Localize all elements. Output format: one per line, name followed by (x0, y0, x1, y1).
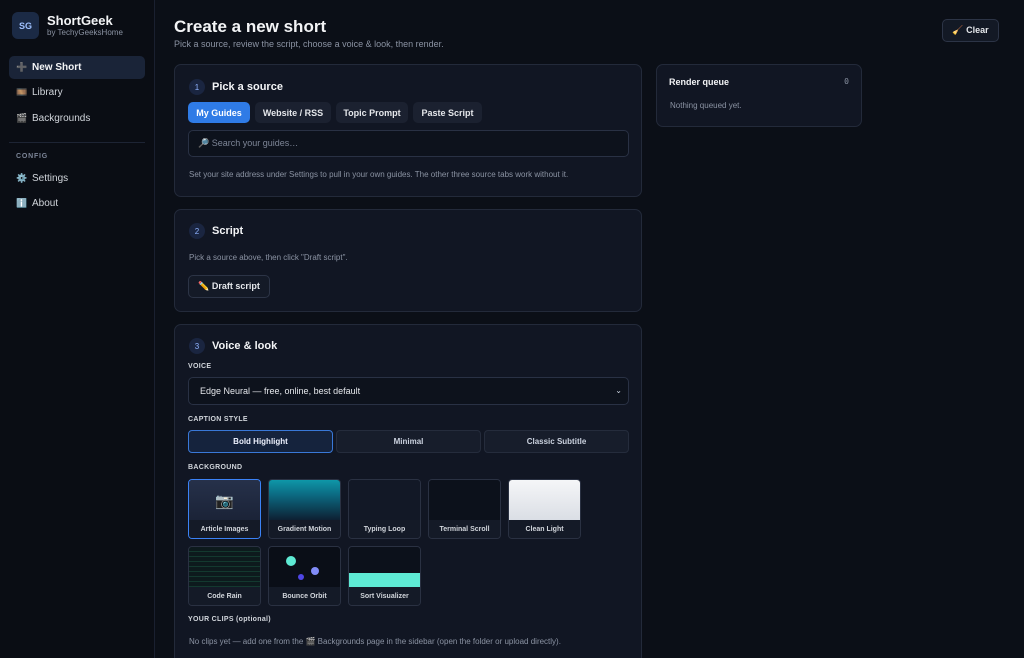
tab-paste-script[interactable]: Paste Script (413, 102, 482, 123)
clips-hint: No clips yet — add one from the 🎬 Backgr… (189, 637, 561, 646)
bg-code-rain[interactable]: Code Rain (188, 546, 261, 606)
sidebar-item-label: Library (32, 87, 63, 98)
voice-select[interactable]: Edge Neural — free, online, best default… (188, 377, 629, 405)
step-number: 2 (189, 223, 205, 239)
guide-search-input[interactable]: 🔎 Search your guides… (188, 130, 629, 157)
bg-thumb (269, 480, 340, 522)
bg-sort-visualizer[interactable]: Sort Visualizer (348, 546, 421, 606)
bg-label: Bounce Orbit (269, 587, 340, 605)
tab-topic-prompt[interactable]: Topic Prompt (336, 102, 408, 123)
sidebar-item-library[interactable]: 🎞️ Library (9, 81, 145, 104)
bg-bounce-orbit[interactable]: Bounce Orbit (268, 546, 341, 606)
voice-look-card: 3 Voice & look VOICE Edge Neural — free,… (174, 324, 642, 658)
step-title: Voice & look (212, 340, 278, 352)
render-queue-title: Render queue (669, 77, 730, 87)
brand: SG ShortGeek by TechyGeeksHome (12, 12, 123, 39)
bg-label: Sort Visualizer (349, 587, 420, 605)
bg-thumb: 📷 (189, 480, 260, 522)
bg-label: Code Rain (189, 587, 260, 605)
bg-thumb (509, 480, 580, 522)
clear-button[interactable]: 🧹 Clear (942, 19, 999, 42)
chevron-down-icon: ⌄ (615, 386, 622, 395)
step-title: Pick a source (212, 81, 283, 93)
plus-icon: ➕ (16, 62, 28, 72)
caption-classic-subtitle[interactable]: Classic Subtitle (484, 430, 629, 453)
sidebar-item-label: New Short (32, 62, 82, 73)
sidebar-item-settings[interactable]: ⚙️ Settings (9, 167, 145, 190)
gear-icon: ⚙️ (16, 173, 28, 183)
sidebar-divider (9, 142, 145, 143)
bg-thumb (349, 480, 420, 522)
bg-thumb (349, 547, 420, 589)
bg-label: Clean Light (509, 520, 580, 538)
voice-label: VOICE (188, 363, 212, 370)
sidebar-item-new-short[interactable]: ➕ New Short (9, 56, 145, 79)
bg-clean-light[interactable]: Clean Light (508, 479, 581, 539)
page-subtitle: Pick a source, review the script, choose… (174, 39, 444, 49)
step-number: 1 (189, 79, 205, 95)
voice-select-value: Edge Neural — free, online, best default (200, 386, 361, 396)
bg-label: Typing Loop (349, 520, 420, 538)
bg-label: Article Images (189, 520, 260, 538)
render-queue-count: 0 (844, 77, 849, 86)
tab-my-guides[interactable]: My Guides (188, 102, 250, 123)
bg-thumb (429, 480, 500, 522)
bg-gradient-motion[interactable]: Gradient Motion (268, 479, 341, 539)
bg-article-images[interactable]: 📷 Article Images (188, 479, 261, 539)
sidebar-item-backgrounds[interactable]: 🎬 Backgrounds (9, 107, 145, 130)
script-card: 2 Script Pick a source above, then click… (174, 209, 642, 312)
info-icon: ℹ️ (16, 198, 28, 208)
orbit-dot-indigo (298, 574, 304, 580)
sidebar-item-label: Settings (32, 173, 69, 184)
bg-typing-loop[interactable]: Typing Loop (348, 479, 421, 539)
caption-style-label: CAPTION STYLE (188, 416, 248, 423)
background-label: BACKGROUND (188, 464, 243, 471)
caption-minimal[interactable]: Minimal (336, 430, 481, 453)
render-queue-empty: Nothing queued yet. (670, 101, 742, 110)
your-clips-label: YOUR CLIPS (optional) (188, 616, 271, 623)
sidebar-item-label: Backgrounds (32, 113, 91, 124)
step-title: Script (212, 225, 244, 237)
camera-icon: 📷 (215, 493, 234, 510)
step-number: 3 (189, 338, 205, 354)
tab-website-rss[interactable]: Website / RSS (255, 102, 331, 123)
bg-label: Terminal Scroll (429, 520, 500, 538)
sidebar-item-about[interactable]: ℹ️ About (9, 192, 145, 215)
page-title: Create a new short (174, 17, 327, 36)
sidebar-item-label: About (32, 198, 59, 209)
render-queue-card: Render queue 0 Nothing queued yet. (656, 64, 862, 127)
bg-label: Gradient Motion (269, 520, 340, 538)
pick-source-card: 1 Pick a source My Guides Website / RSS … (174, 64, 642, 197)
orbit-dot-teal (286, 556, 296, 566)
config-section-label: CONFIG (16, 153, 49, 160)
bg-terminal-scroll[interactable]: Terminal Scroll (428, 479, 501, 539)
bg-thumb (269, 547, 340, 589)
orbit-dot-violet (311, 567, 319, 575)
film-icon: 🎞️ (16, 87, 28, 97)
sidebar: SG ShortGeek by TechyGeeksHome ➕ New Sho… (0, 0, 155, 658)
source-hint: Set your site address under Settings to … (189, 170, 569, 179)
bg-thumb (189, 547, 260, 589)
logo: SG (12, 12, 39, 39)
draft-script-button[interactable]: ✏️ Draft script (188, 275, 270, 298)
brand-name: ShortGeek (47, 12, 113, 28)
brand-subtitle: by TechyGeeksHome (47, 27, 123, 37)
caption-bold-highlight[interactable]: Bold Highlight (188, 430, 333, 453)
script-hint: Pick a source above, then click "Draft s… (189, 253, 348, 262)
clapperboard-icon: 🎬 (16, 113, 28, 123)
